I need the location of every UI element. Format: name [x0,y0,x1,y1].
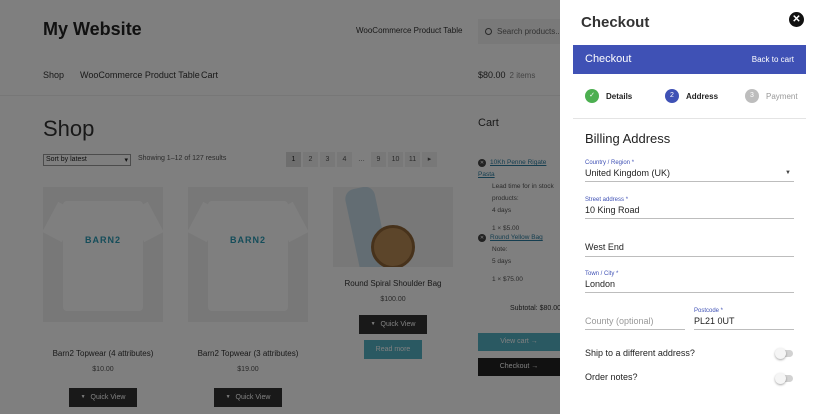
step-number: 2 [665,89,679,103]
field-value: 10 King Road [585,205,640,215]
postcode-field[interactable]: Postcode * PL21 0UT [694,307,794,330]
step-label: Address [686,91,719,101]
checkout-panel: Checkout ✕ Checkout Back to cart ✓ Detail… [560,0,820,414]
field-value: London [585,279,616,289]
close-icon[interactable]: ✕ [789,12,804,27]
street-address-2-field[interactable]: West End [585,241,794,257]
county-field[interactable]: County (optional) [585,315,685,330]
checkout-bar-title: Checkout [585,53,632,65]
chevron-down-icon: ▼ [785,170,791,176]
order-notes-toggle[interactable] [775,373,793,384]
field-label: Country / Region * [585,160,635,166]
field-placeholder: County (optional) [585,316,654,326]
divider [573,118,806,119]
country-select[interactable]: Country / Region * United Kingdom (UK) ▼ [585,159,794,182]
field-value: United Kingdom (UK) [585,168,671,178]
step-number: 3 [745,89,759,103]
modal-overlay[interactable] [0,0,560,414]
step-address[interactable]: 2 Address [665,89,718,103]
street-address-field[interactable]: Street address * 10 King Road [585,196,794,219]
field-label: Town / City * [585,271,619,277]
back-to-cart-link[interactable]: Back to cart [752,55,794,64]
step-label: Payment [766,91,798,101]
order-notes-row: Order notes? [585,372,793,384]
ship-different-row: Ship to a different address? [585,348,793,359]
step-payment[interactable]: 3 Payment [745,89,798,103]
ship-different-toggle[interactable] [775,348,793,359]
town-city-field[interactable]: Town / City * London [585,270,794,293]
panel-title: Checkout [581,14,650,31]
checkout-steps: ✓ Details 2 Address 3 Payment [585,89,800,103]
step-label: Details [606,91,633,101]
check-icon: ✓ [585,89,599,103]
field-label: Postcode * [694,308,724,314]
field-value: West End [585,242,624,252]
billing-heading: Billing Address [585,131,671,146]
field-label: Street address * [585,197,629,203]
step-details[interactable]: ✓ Details [585,89,632,103]
field-value: PL21 0UT [694,316,735,326]
checkout-header-bar: Checkout Back to cart [573,45,806,74]
ship-different-label: Ship to a different address? [585,348,695,358]
order-notes-label: Order notes? [585,372,638,382]
